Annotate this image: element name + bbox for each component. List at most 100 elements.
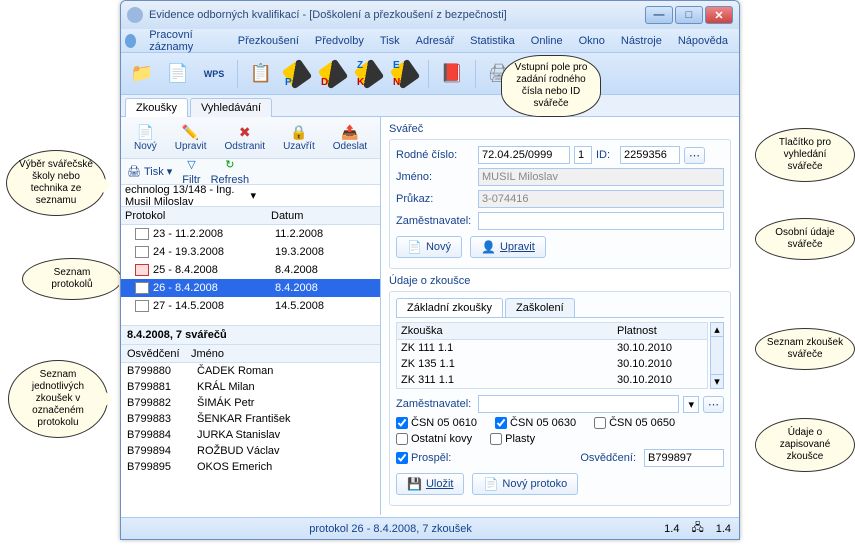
welder-row[interactable]: B799881KRÁL Milan (121, 379, 380, 395)
basic-icon[interactable]: 📋 (246, 59, 276, 89)
menu-item[interactable]: Online (524, 32, 570, 50)
name-input (478, 168, 724, 186)
close-button[interactable]: ✕ (705, 6, 733, 24)
protocol-header: Protokol Datum (121, 207, 380, 225)
app-menu-icon[interactable] (125, 34, 136, 48)
pen-e-icon[interactable]: EN (390, 59, 420, 89)
exam-group-title: Údaje o zkoušce (389, 275, 731, 287)
protocol-row[interactable]: 23 - 11.2.200811.2.2008 (121, 225, 380, 243)
status-version-1: 1.4 (664, 523, 679, 535)
main-toolbar: 📁 📄 WPS 📋 P D ZK EN 📕 🖨 🔗 ❓ Vstupní pole… (121, 53, 739, 95)
filter-button[interactable]: ▽Filtr (182, 158, 200, 186)
book-icon[interactable]: 📕 (437, 59, 467, 89)
welder-row[interactable]: B799895OKOS Emerich (121, 459, 380, 475)
tab-exams[interactable]: Zkoušky (125, 98, 188, 117)
cert-input[interactable] (644, 449, 724, 467)
main-window: Evidence odborných kvalifikací - [Doškol… (120, 0, 740, 540)
edit-button[interactable]: ✏️Upravit (168, 121, 214, 155)
welder-row[interactable]: B799883ŠENKAR František (121, 411, 380, 427)
pen-d-icon[interactable]: D (318, 59, 348, 89)
menu-item[interactable]: Předvolby (308, 32, 371, 50)
school-value: echnolog 13/148 - Ing. Musil Miloslav (125, 184, 247, 208)
dropdown-arrow-icon[interactable]: ▾ (247, 189, 377, 202)
scroll-up-icon[interactable]: ▴ (710, 322, 724, 337)
lookup-button[interactable]: ⋯ (684, 147, 705, 164)
close-proto-button[interactable]: 🔒Uzavřít (276, 121, 322, 155)
callout-exams-left: Seznam jednotlivých zkoušek v označeném … (8, 360, 108, 438)
id-input[interactable] (620, 146, 680, 164)
refresh-button[interactable]: ↻Refresh (211, 158, 250, 186)
exam-group: Údaje o zkoušce Základní zkoušky Zaškole… (389, 275, 731, 506)
print-button[interactable]: 🖨Tisk▾ (127, 165, 172, 178)
wps-icon[interactable]: WPS (199, 59, 229, 89)
statusbar: protokol 26 - 8.4.2008, 7 zkoušek 1.4 🖧 … (121, 517, 739, 539)
new-protocol-button[interactable]: 📄Nový protoko (472, 473, 578, 495)
plastics-checkbox[interactable]: Plasty (490, 433, 535, 445)
pen-z-icon[interactable]: ZK (354, 59, 384, 89)
callout-input-field: Vstupní pole pro zadání rodného čísla ne… (501, 55, 601, 117)
welder-new-button[interactable]: 📄Nový (396, 236, 462, 258)
exam-row[interactable]: ZK 311 1.130.10.2010 (397, 372, 707, 388)
csn-0650-checkbox[interactable]: ČSN 05 0650 (594, 417, 675, 429)
seq-input[interactable] (574, 146, 592, 164)
delete-button[interactable]: ✖Odstranit (217, 121, 272, 155)
col-validity: Platnost (617, 325, 707, 337)
welders-list[interactable]: B799880ČADEK Roman B799881KRÁL Milan B79… (121, 363, 380, 515)
menu-item[interactable]: Tisk (373, 32, 407, 50)
employer-input[interactable] (478, 212, 724, 230)
exam-row[interactable]: ZK 111 1.130.10.2010 (397, 340, 707, 356)
other-metals-checkbox[interactable]: Ostatní kovy (396, 433, 472, 445)
csn-0610-checkbox[interactable]: ČSN 05 0610 (396, 417, 477, 429)
callout-protocols: Seznam protokolů (22, 258, 122, 300)
welder-group: Svářeč Rodné číslo: ID: ⋯ Jméno: (389, 123, 731, 269)
welder-row[interactable]: B799882ŠIMÁK Petr (121, 395, 380, 411)
tab-search[interactable]: Vyhledávání (190, 98, 272, 117)
name-label: Jméno: (396, 171, 474, 183)
menu-item[interactable]: Přezkoušení (231, 32, 306, 50)
col-name: Jméno (191, 348, 380, 360)
protocol-list[interactable]: 23 - 11.2.200811.2.2008 24 - 19.3.200819… (121, 225, 380, 325)
employer-dropdown-icon[interactable]: ▾ (683, 396, 699, 413)
send-button[interactable]: 📤Odeslat (326, 121, 374, 155)
school-dropdown[interactable]: echnolog 13/148 - Ing. Musil Miloslav ▾ (121, 185, 380, 207)
menu-item[interactable]: Pracovní záznamy (142, 26, 229, 56)
welder-row[interactable]: B799884JURKA Stanislav (121, 427, 380, 443)
minimize-button[interactable]: — (645, 6, 673, 24)
menu-item[interactable]: Nápověda (671, 32, 735, 50)
exam-list[interactable]: ZK 111 1.130.10.2010 ZK 135 1.130.10.201… (396, 340, 708, 389)
employer-lookup-button[interactable]: ⋯ (703, 396, 724, 413)
exam-row[interactable]: ZK 135 1.130.10.2010 (397, 356, 707, 372)
protocol-row[interactable]: 25 - 8.4.20088.4.2008 (121, 261, 380, 279)
welder-row[interactable]: B799880ČADEK Roman (121, 363, 380, 379)
protocol-row[interactable]: 27 - 14.5.200814.5.2008 (121, 297, 380, 315)
doc-icon[interactable]: 📄 (163, 59, 193, 89)
menu-item[interactable]: Nástroje (614, 32, 669, 50)
csn-0630-checkbox[interactable]: ČSN 05 0630 (495, 417, 576, 429)
passed-checkbox[interactable]: Prospěl: (396, 452, 474, 464)
welder-row[interactable]: B799894ROŽBUD Václav (121, 443, 380, 459)
welder-edit-button[interactable]: 👤Upravit (470, 236, 546, 258)
exam-employer-input[interactable] (478, 395, 679, 413)
callout-lookup-button: Tlačítko pro vyhledání svářeče (755, 128, 855, 182)
menu-item[interactable]: Okno (572, 32, 612, 50)
tab-training[interactable]: Zaškolení (505, 298, 575, 317)
save-button[interactable]: 💾Uložit (396, 473, 464, 495)
scroll-down-icon[interactable]: ▾ (710, 374, 724, 389)
app-icon (127, 7, 143, 23)
rc-input[interactable] (478, 146, 570, 164)
new-button[interactable]: 📄Nový (127, 121, 164, 155)
print-icon: 🖨 (127, 165, 141, 178)
welder-group-title: Svářeč (389, 123, 731, 135)
exam-table-header: Zkouška Platnost (396, 322, 708, 340)
tab-basic-exams[interactable]: Základní zkoušky (396, 298, 503, 317)
callout-school: Výběr svářečské školy nebo technika ze s… (6, 150, 106, 216)
menu-item[interactable]: Statistika (463, 32, 522, 50)
menu-item[interactable]: Adresář (409, 32, 462, 50)
save-icon: 💾 (407, 477, 422, 491)
pen-p-icon[interactable]: P (282, 59, 312, 89)
doc-icon (135, 228, 149, 240)
folder-icon[interactable]: 📁 (127, 59, 157, 89)
maximize-button[interactable]: □ (675, 6, 703, 24)
protocol-row[interactable]: 24 - 19.3.200819.3.2008 (121, 243, 380, 261)
protocol-row-selected[interactable]: 26 - 8.4.20088.4.2008 (121, 279, 380, 297)
